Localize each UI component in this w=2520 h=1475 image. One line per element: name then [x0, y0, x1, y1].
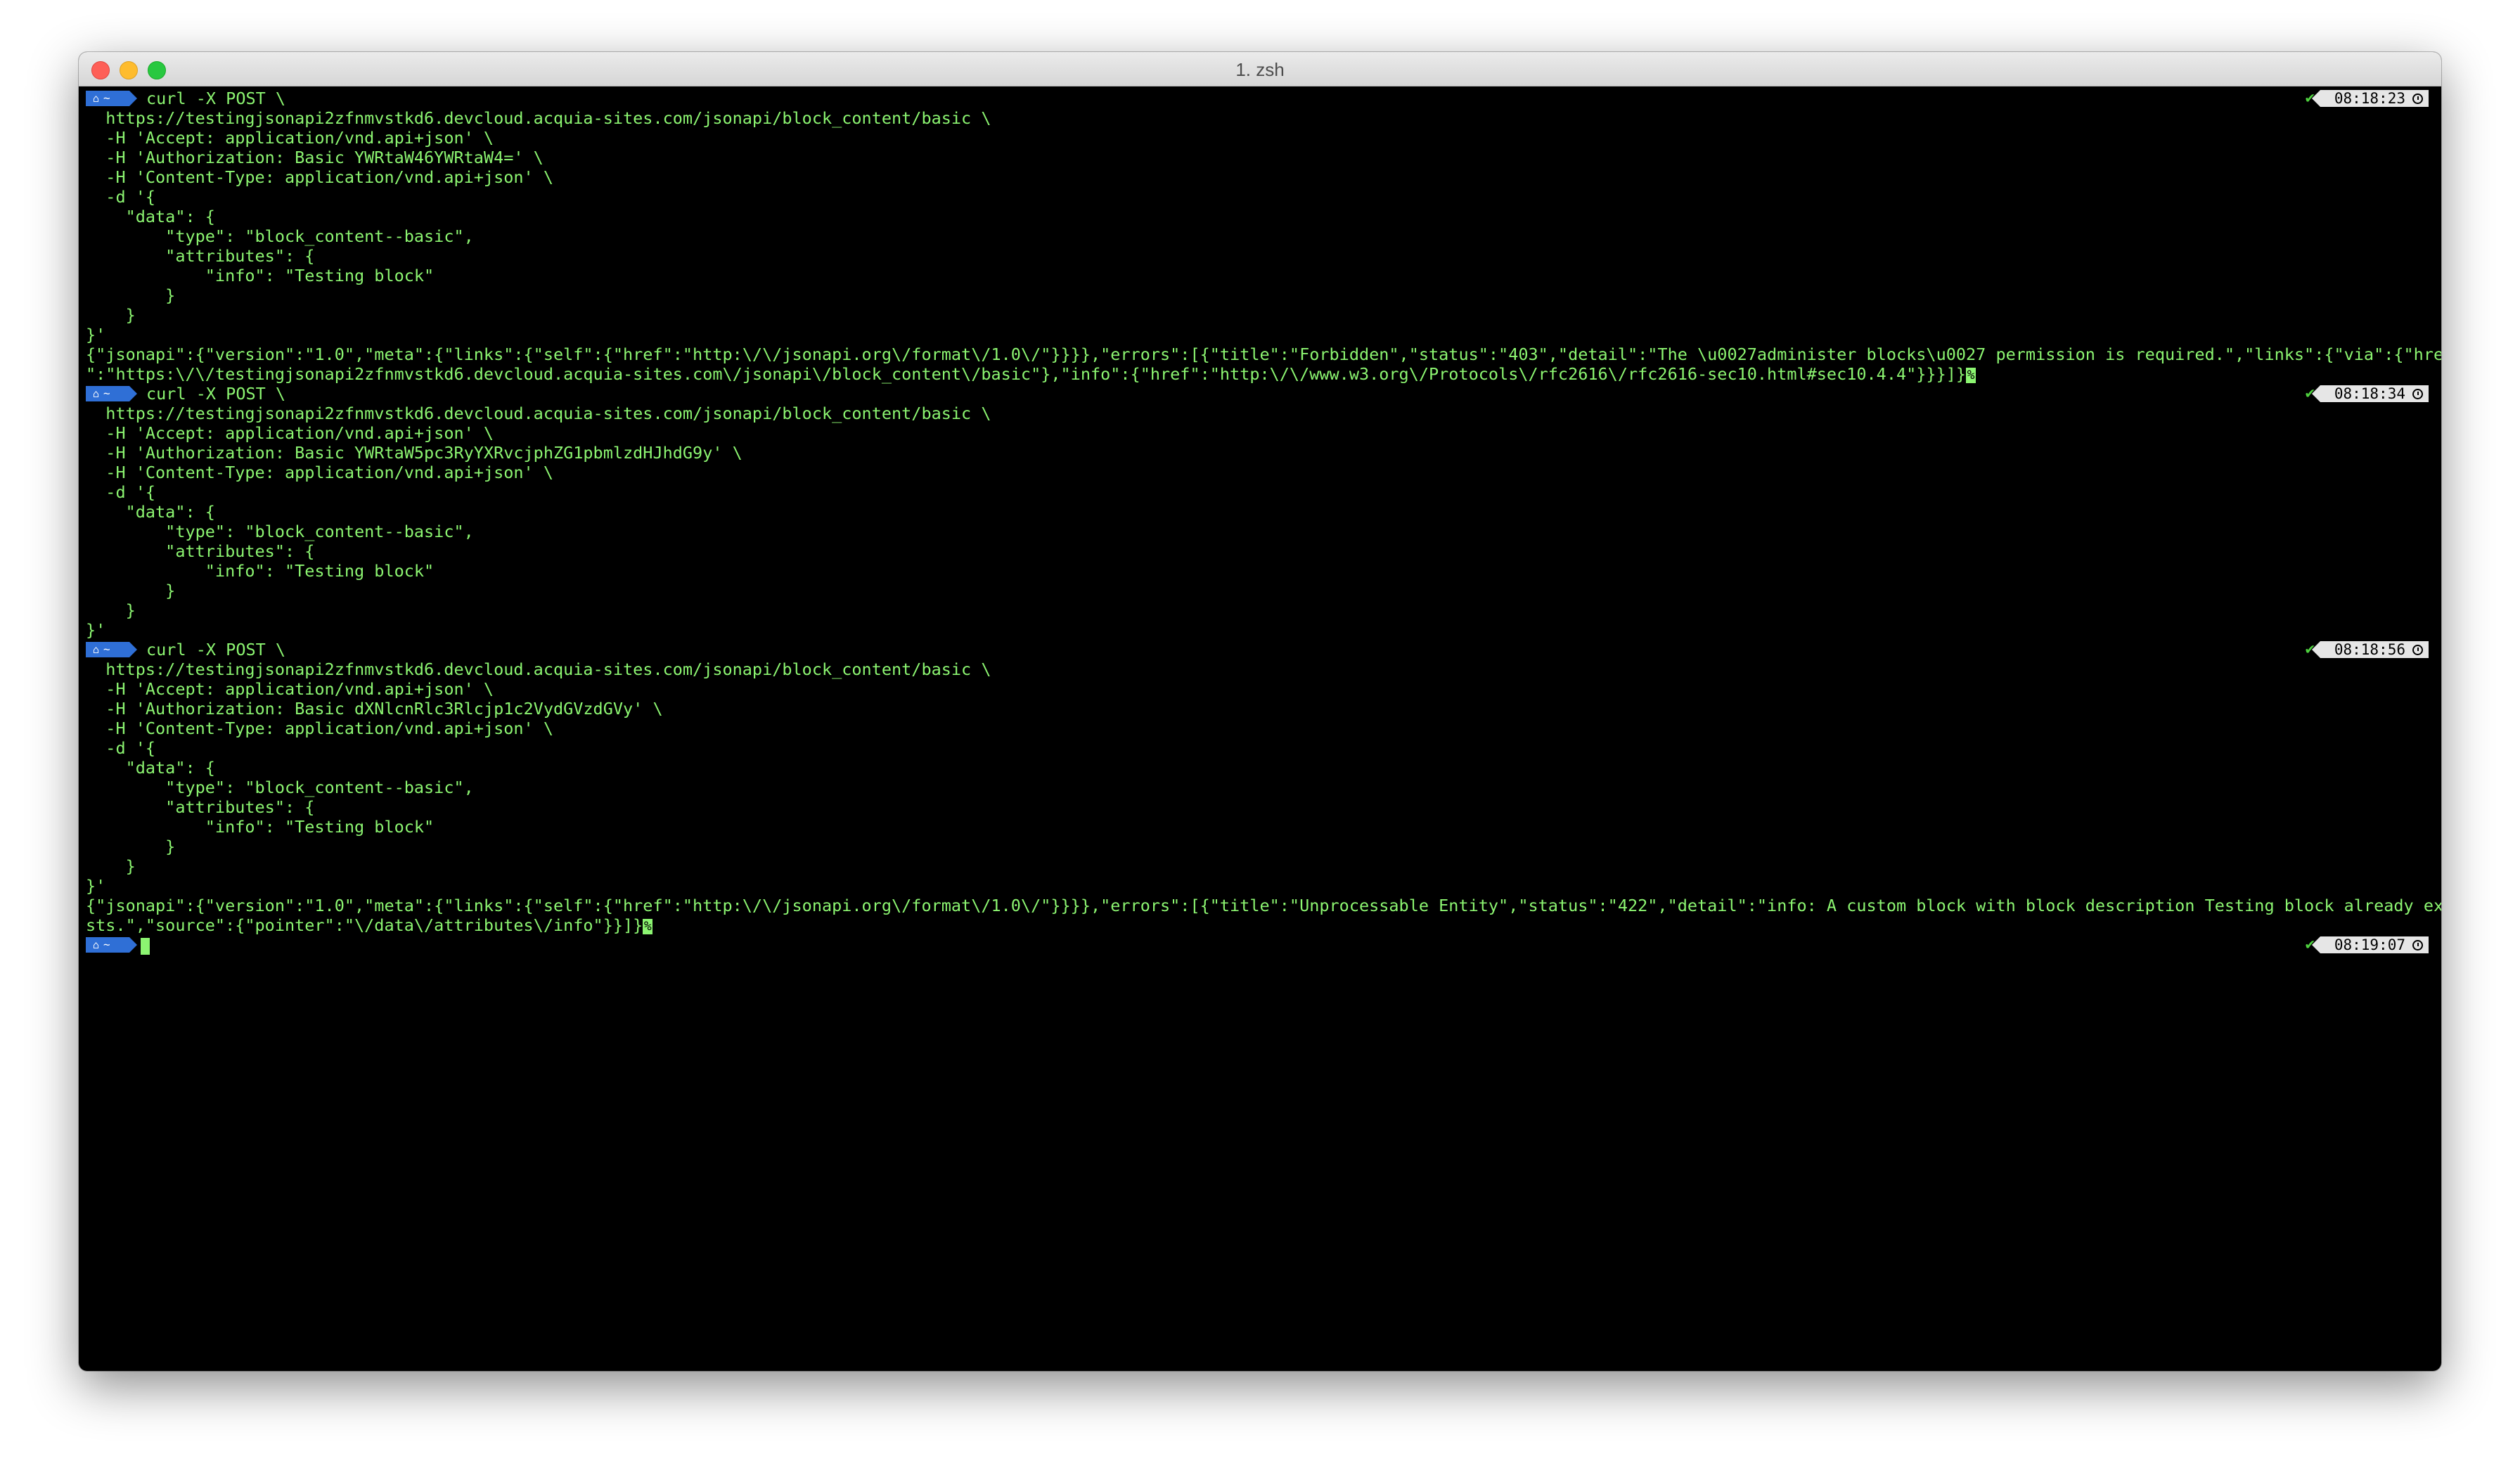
home-icon: ⌂ — [93, 387, 100, 400]
prompt-dir: ~ — [103, 938, 110, 951]
prompt-dir: ~ — [103, 91, 110, 105]
command-line: "info": "Testing block" — [86, 817, 435, 837]
clock-icon — [2412, 93, 2423, 104]
command-line: } — [86, 285, 176, 305]
timestamp: 08:18:56 — [2311, 641, 2429, 658]
home-icon: ⌂ — [93, 643, 100, 656]
command-text: curl -X POST \ — [146, 89, 286, 108]
prompt-status: ✔ 08:18:56 — [2306, 641, 2429, 658]
command-line: -d '{ — [86, 738, 156, 758]
command-text: curl -X POST \ — [146, 640, 286, 659]
command-line: "data": { — [86, 502, 215, 522]
prompt-status: ✔ 08:19:07 — [2306, 936, 2429, 953]
command-line: "type": "block_content--basic", — [86, 226, 474, 246]
prompt-line: ⌂ ~ curl -X POST \ ✔ 08:18:34 — [86, 384, 2434, 404]
prompt-line: ⌂ ~ curl -X POST \ ✔ 08:18:23 — [86, 89, 2434, 108]
command-line: }' — [86, 325, 106, 344]
timestamp-text: 08:18:23 — [2334, 90, 2405, 107]
end-of-output-marker: % — [643, 918, 653, 934]
home-icon: ⌂ — [93, 92, 100, 105]
timestamp-text: 08:18:56 — [2334, 641, 2405, 658]
command-line: -d '{ — [86, 187, 156, 207]
window-title: 1. zsh — [1235, 59, 1285, 80]
command-line: https://testingjsonapi2zfnmvstkd6.devclo… — [86, 659, 991, 679]
prompt-segment: ⌂ ~ — [86, 386, 137, 401]
command-line: "type": "block_content--basic", — [86, 778, 474, 797]
command-line: "info": "Testing block" — [86, 561, 435, 581]
clock-icon — [2412, 644, 2423, 655]
command-line: -H 'Content-Type: application/vnd.api+js… — [86, 167, 553, 187]
prompt-segment: ⌂ ~ — [86, 937, 137, 953]
command-line: "attributes": { — [86, 797, 315, 817]
command-line: https://testingjsonapi2zfnmvstkd6.devclo… — [86, 108, 991, 128]
prompt-status: ✔ 08:18:23 — [2306, 90, 2429, 107]
command-line: } — [86, 305, 136, 325]
timestamp: 08:18:23 — [2311, 90, 2429, 107]
command-line: -H 'Content-Type: application/vnd.api+js… — [86, 463, 553, 482]
output-line: sts.","source":{"pointer":"\/data\/attri… — [86, 915, 653, 935]
command-text: curl -X POST \ — [146, 384, 286, 404]
prompt-dir: ~ — [103, 387, 110, 400]
output-line: ":"https:\/\/testingjsonapi2zfnmvstkd6.d… — [86, 364, 1976, 384]
command-line: "data": { — [86, 207, 215, 226]
active-prompt-line[interactable]: ⌂ ~ ✔ 08:19:07 — [86, 935, 2434, 955]
command-line: } — [86, 856, 136, 876]
prompt-status: ✔ 08:18:34 — [2306, 385, 2429, 402]
end-of-output-marker: % — [1966, 367, 1976, 383]
timestamp-text: 08:18:34 — [2334, 385, 2405, 402]
clock-icon — [2412, 388, 2423, 399]
text-cursor — [141, 937, 150, 955]
prompt-segment: ⌂ ~ — [86, 91, 137, 106]
terminal-window: 1. zsh ⌂ ~ curl -X POST \ ✔ 08:18:23 https:/… — [79, 52, 2441, 1371]
output-line: {"jsonapi":{"version":"1.0","meta":{"lin… — [86, 344, 2441, 364]
clock-icon — [2412, 939, 2423, 951]
command-line: -H 'Authorization: Basic YWRtaW5pc3RyYXR… — [86, 443, 742, 463]
output-line: {"jsonapi":{"version":"1.0","meta":{"lin… — [86, 896, 2441, 915]
title-bar[interactable]: 1. zsh — [79, 52, 2441, 86]
command-line: -H 'Accept: application/vnd.api+json' \ — [86, 128, 494, 148]
command-line: "attributes": { — [86, 541, 315, 561]
command-line: -d '{ — [86, 482, 156, 502]
command-line: -H 'Accept: application/vnd.api+json' \ — [86, 423, 494, 443]
command-line: } — [86, 600, 136, 620]
command-line: } — [86, 837, 176, 856]
command-line: "attributes": { — [86, 246, 315, 266]
timestamp: 08:19:07 — [2311, 936, 2429, 953]
prompt-line: ⌂ ~ curl -X POST \ ✔ 08:18:56 — [86, 640, 2434, 659]
command-line: https://testingjsonapi2zfnmvstkd6.devclo… — [86, 404, 991, 423]
terminal-content[interactable]: ⌂ ~ curl -X POST \ ✔ 08:18:23 https://testin… — [86, 89, 2441, 1371]
command-line: "data": { — [86, 758, 215, 778]
prompt-segment: ⌂ ~ — [86, 642, 137, 657]
command-line: }' — [86, 620, 106, 640]
home-icon: ⌂ — [93, 939, 100, 951]
command-line: -H 'Authorization: Basic YWRtaW46YWRtaW4… — [86, 148, 544, 167]
command-line: } — [86, 581, 176, 600]
command-line: -H 'Accept: application/vnd.api+json' \ — [86, 679, 494, 699]
command-line: "info": "Testing block" — [86, 266, 435, 285]
command-line: -H 'Authorization: Basic dXNlcnRlc3Rlcjp… — [86, 699, 663, 719]
timestamp: 08:18:34 — [2311, 385, 2429, 402]
prompt-dir: ~ — [103, 643, 110, 656]
command-line: -H 'Content-Type: application/vnd.api+js… — [86, 719, 553, 738]
timestamp-text: 08:19:07 — [2334, 936, 2405, 953]
command-line: }' — [86, 876, 106, 896]
command-line: "type": "block_content--basic", — [86, 522, 474, 541]
